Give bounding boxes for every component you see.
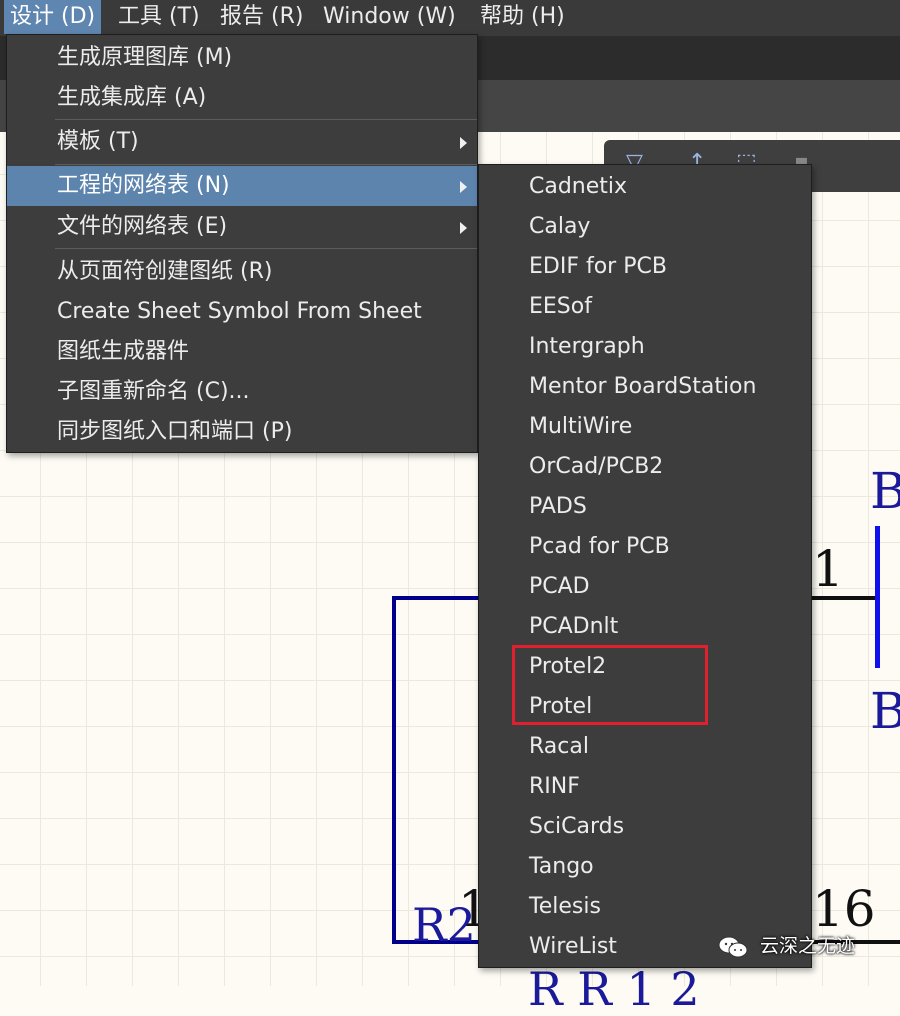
netlist-item-rinf[interactable]: RINF	[479, 767, 811, 807]
menu-item-rename-child-sheet[interactable]: 子图重新命名 (C)...	[7, 372, 477, 412]
menu-item-label: 子图重新命名 (C)...	[57, 379, 250, 404]
netlist-item-edif-for-pcb[interactable]: EDIF for PCB	[479, 247, 811, 287]
netlist-item-label: EESof	[529, 294, 592, 319]
menu-item-label: 生成集成库 (A)	[57, 85, 207, 110]
netlist-item-label: RINF	[529, 774, 580, 799]
pin-number-1: 1	[812, 540, 844, 598]
netlist-item-scicards[interactable]: SciCards	[479, 807, 811, 847]
netlist-item-telesis[interactable]: Telesis	[479, 887, 811, 927]
netlist-item-pcad-for-pcb[interactable]: Pcad for PCB	[479, 527, 811, 567]
netlist-item-label: Telesis	[529, 894, 601, 919]
netlist-item-label: Intergraph	[529, 334, 645, 359]
menu-item-label: 工程的网络表 (N)	[57, 173, 230, 198]
netlist-item-mentor-boardstation[interactable]: Mentor BoardStation	[479, 367, 811, 407]
watermark-text: 云深之无迹	[760, 935, 856, 957]
net-label-b-top: B	[870, 462, 900, 520]
netlist-item-label: Pcad for PCB	[529, 534, 670, 559]
netlist-item-label: Tango	[529, 854, 594, 879]
netlist-item-calay[interactable]: Calay	[479, 207, 811, 247]
net-label-b-mid: B	[870, 682, 900, 740]
design-menu: 生成原理图库 (M) 生成集成库 (A) 模板 (T) 工程的网络表 (N) 文…	[6, 34, 478, 453]
menu-item-label: 模板 (T)	[57, 129, 139, 154]
netlist-item-label: PCADnlt	[529, 614, 619, 639]
netlist-item-pads[interactable]: PADS	[479, 487, 811, 527]
menu-item-label: Create Sheet Symbol From Sheet	[57, 299, 422, 324]
netlist-item-label: MultiWire	[529, 414, 633, 439]
menu-separator	[55, 164, 477, 165]
menu-item-sync-sheet-entries-ports[interactable]: 同步图纸入口和端口 (P)	[7, 412, 477, 452]
netlist-submenu: Cadnetix Calay EDIF for PCB EESof Interg…	[478, 164, 812, 968]
menu-item-project-netlist[interactable]: 工程的网络表 (N)	[7, 166, 477, 206]
component-outline-left	[392, 596, 396, 944]
netlist-item-eesof[interactable]: EESof	[479, 287, 811, 327]
menubar-help[interactable]: 帮助 (H)	[474, 0, 571, 34]
netlist-item-label: Mentor BoardStation	[529, 374, 757, 399]
menu-item-make-schematic-library[interactable]: 生成原理图库 (M)	[7, 38, 477, 78]
wechat-icon	[718, 936, 748, 957]
menu-item-create-sheet-symbol-from-sheet[interactable]: Create Sheet Symbol From Sheet	[7, 292, 477, 332]
netlist-item-intergraph[interactable]: Intergraph	[479, 327, 811, 367]
netlist-item-label: EDIF for PCB	[529, 254, 667, 279]
menu-item-label: 图纸生成器件	[57, 339, 190, 364]
watermark: 云深之无迹	[718, 926, 855, 966]
netlist-item-label: SciCards	[529, 814, 625, 839]
netlist-item-label: OrCad/PCB2	[529, 454, 664, 479]
component-comment: R R 1 2	[528, 962, 700, 1016]
netlist-item-label: PCAD	[529, 574, 590, 599]
submenu-arrow-icon	[460, 137, 467, 149]
menu-item-make-integrated-library[interactable]: 生成集成库 (A)	[7, 78, 477, 118]
menu-item-label: 从页面符创建图纸 (R)	[57, 259, 273, 284]
bus-line	[875, 526, 880, 668]
netlist-item-multiwire[interactable]: MultiWire	[479, 407, 811, 447]
menu-item-templates[interactable]: 模板 (T)	[7, 122, 477, 162]
menubar-tools[interactable]: 工具 (T)	[112, 0, 206, 34]
menu-item-label: 同步图纸入口和端口 (P)	[57, 419, 293, 444]
netlist-item-orcad-pcb2[interactable]: OrCad/PCB2	[479, 447, 811, 487]
netlist-item-label: Cadnetix	[529, 174, 628, 199]
menubar-window[interactable]: Window (W)	[317, 0, 462, 34]
submenu-arrow-icon	[460, 222, 467, 234]
menu-item-label: 文件的网络表 (E)	[57, 214, 228, 239]
netlist-item-tango[interactable]: Tango	[479, 847, 811, 887]
menu-item-create-sheet-from-symbol[interactable]: 从页面符创建图纸 (R)	[7, 252, 477, 292]
component-outline-top	[392, 596, 482, 600]
netlist-item-pcad[interactable]: PCAD	[479, 567, 811, 607]
submenu-arrow-icon	[460, 181, 467, 193]
netlist-item-label: PADS	[529, 494, 587, 519]
menu-separator	[55, 248, 477, 249]
menu-bar: 设计 (D) 工具 (T) 报告 (R) Window (W) 帮助 (H)	[0, 0, 900, 36]
menu-item-document-netlist[interactable]: 文件的网络表 (E)	[7, 207, 477, 247]
netlist-item-cadnetix[interactable]: Cadnetix	[479, 167, 811, 207]
menubar-design[interactable]: 设计 (D)	[4, 0, 102, 34]
menu-item-sheet-to-component[interactable]: 图纸生成器件	[7, 332, 477, 372]
netlist-item-label: WireList	[529, 934, 617, 959]
netlist-item-label: Racal	[529, 734, 589, 759]
designator-r2: R2	[412, 898, 476, 952]
netlist-item-pcadnlt[interactable]: PCADnlt	[479, 607, 811, 647]
menu-item-label: 生成原理图库 (M)	[57, 45, 233, 70]
menu-separator	[55, 119, 477, 120]
annotation-highlight-box	[512, 645, 708, 725]
menubar-reports[interactable]: 报告 (R)	[214, 0, 309, 34]
netlist-item-label: Calay	[529, 214, 591, 239]
netlist-item-racal[interactable]: Racal	[479, 727, 811, 767]
